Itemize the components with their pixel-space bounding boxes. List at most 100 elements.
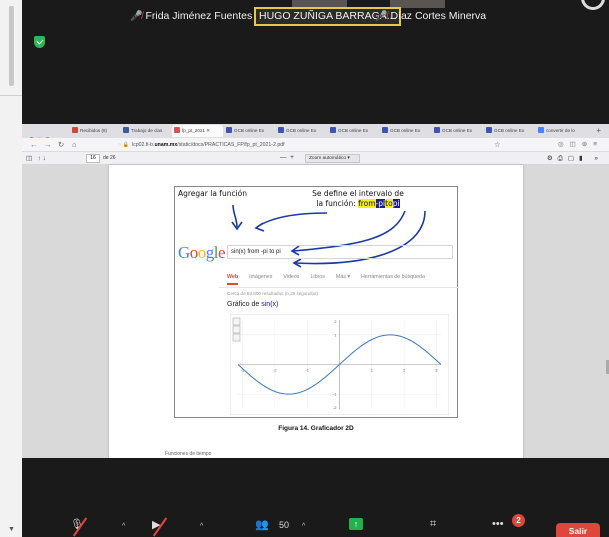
gcb-icon: [382, 127, 388, 133]
tab-images[interactable]: Imágenes: [249, 274, 272, 280]
browser-tab[interactable]: Recibidos (6): [70, 125, 120, 137]
gcb-icon: [434, 127, 440, 133]
gcb-icon: [486, 127, 492, 133]
url-prefix: lcp02.fi-b.: [131, 142, 155, 148]
divider: [219, 287, 459, 288]
participant-tile[interactable]: 🎤̸ Frida Jiménez Fuentes: [130, 8, 252, 24]
browser-tab[interactable]: GCB online Ex: [380, 125, 431, 137]
tab-tools[interactable]: Herramientas de búsqueda: [361, 274, 425, 280]
url-bar[interactable]: ◌ 🔒 lcp02.fi-b.unam.mx/static/docs/PRACTI…: [118, 140, 508, 150]
zoom-select-value: Zoom automático: [309, 156, 347, 161]
tab-more[interactable]: Más ▾: [336, 274, 350, 280]
url-path: /static/docs/PRACTICAS_FP/fp_pt_2021-2.p…: [177, 142, 285, 148]
view-toggle-icon[interactable]: [581, 0, 605, 10]
graph-title: Gráfico de sin(x): [227, 301, 278, 308]
reload-icon[interactable]: ↻: [58, 140, 64, 149]
google-icon: [538, 127, 544, 133]
more-options-icon[interactable]: •••: [492, 518, 504, 530]
tab-label: GCB online Ex: [338, 128, 369, 133]
shared-screen-browser: Recibidos (6) Trabajo de clas fp_pt_2021…: [22, 124, 609, 458]
browser-tab[interactable]: GCB online Ex: [276, 125, 327, 137]
leave-button[interactable]: Salir: [556, 523, 600, 537]
zoom-meeting-window: ▼ 🎤̸ Frida Jiménez Fuentes HUGO ZUÑIGA BA…: [0, 0, 609, 537]
back-arrow-icon[interactable]: ←: [30, 140, 38, 149]
graph-title-prefix: Gráfico de: [227, 301, 260, 308]
browser-tab[interactable]: Trabajo de clas: [121, 125, 171, 137]
tab-label: Recibidos (6): [80, 128, 108, 133]
security-shield-icon[interactable]: [34, 36, 45, 48]
tab-label: fp_pt_2021 ✕: [182, 128, 211, 133]
home-icon[interactable]: ⌂: [72, 140, 77, 149]
tab-web[interactable]: Web: [227, 274, 239, 285]
reactions-icon[interactable]: ⌗: [430, 518, 436, 531]
gcb-icon: [226, 127, 232, 133]
graph-title-fn[interactable]: sin(x): [261, 301, 278, 308]
tab-label: GCB online Ex: [286, 128, 317, 133]
classroom-icon: [123, 127, 129, 133]
google-logo: Google: [178, 243, 226, 262]
zoom-in-button[interactable]: +: [290, 154, 294, 161]
graph-zoom-in-button: [232, 317, 241, 326]
notification-badge: 2: [512, 514, 525, 527]
sine-graph[interactable]: -3 -2 -1 1 2 321-1-2: [230, 314, 449, 415]
pdf-icon: [174, 127, 180, 133]
zoom-out-button[interactable]: — +: [280, 154, 294, 161]
browser-tab[interactable]: GCB online Ex: [328, 125, 379, 137]
tab-label: GCB online Ex: [494, 128, 525, 133]
bookmark-star-icon[interactable]: ☆: [494, 140, 501, 149]
muted-mic-icon: 🎤̸: [130, 11, 143, 22]
tab-label: convertir de lo: [546, 128, 575, 133]
tab-label: GCB online Ex: [390, 128, 421, 133]
tab-label: GCB online Ex: [442, 128, 473, 133]
browser-tab[interactable]: GCB online Ex: [432, 125, 483, 137]
tab-videos[interactable]: Videos: [283, 274, 299, 280]
gcb-icon: [278, 127, 284, 133]
forward-arrow-icon[interactable]: →: [44, 140, 52, 149]
page-text-fragment: Funciones de tiempo: [165, 451, 212, 457]
graph-reset-button: [232, 333, 241, 342]
graph-zoom-out-button: [232, 325, 241, 334]
shield-lock-icon: ◌ 🔒: [118, 142, 129, 148]
figure-screenshot: Agregar la función Se define el interval…: [174, 186, 459, 418]
page-number-input[interactable]: 16: [86, 154, 100, 163]
browser-nav-bar: ← → ↻ ⌂ ◌ 🔒 lcp02.fi-b.unam.mx/static/doc…: [22, 138, 609, 152]
scroll-down-icon[interactable]: ▼: [8, 526, 15, 533]
participant-strip: 🎤̸ Frida Jiménez Fuentes HUGO ZUÑIGA BARR…: [22, 0, 609, 26]
browser-tab-bar: Recibidos (6) Trabajo de clas fp_pt_2021…: [22, 124, 609, 142]
share-screen-icon[interactable]: ↑: [349, 518, 363, 530]
pdf-toolbar: ◫ ↑ ↓ 16 de 26 — + Zoom automático ▾ ⚙⎙▢…: [22, 152, 609, 165]
result-count: Cerca de 63.800 resultados (0,28 segundo…: [227, 291, 318, 296]
google-search-tabs: Web Imágenes Videos Libros Más ▾ Herramientas…: [227, 274, 436, 285]
zoom-select[interactable]: Zoom automático ▾: [305, 154, 360, 163]
video-options-caret-icon[interactable]: ^: [200, 523, 203, 530]
tab-label: Trabajo de clas: [131, 128, 163, 133]
url-domain: unam.mx: [154, 142, 178, 148]
scrollbar-thumb[interactable]: [9, 6, 14, 86]
browser-tab[interactable]: convertir de lo: [536, 125, 586, 137]
desktop-left-strip: ▼: [0, 0, 22, 537]
participants-count: 50: [279, 520, 290, 530]
participant-name: Díaz Cortes Minerva: [390, 10, 487, 22]
gcb-icon: [330, 127, 336, 133]
pdf-page: Agregar la función Se define el interval…: [109, 165, 523, 458]
audio-options-caret-icon[interactable]: ^: [122, 523, 125, 530]
participants-caret-icon[interactable]: ^: [302, 523, 305, 530]
new-tab-button[interactable]: +: [596, 126, 601, 135]
pdf-viewer[interactable]: Agregar la función Se define el interval…: [22, 165, 609, 458]
browser-tab[interactable]: GCB online Ex: [224, 125, 275, 137]
sidebar-toggle-icon[interactable]: ◫ ↑ ↓: [26, 154, 46, 162]
browser-tab[interactable]: GCB online Ex: [484, 125, 535, 137]
browser-tab-active[interactable]: fp_pt_2021 ✕: [172, 125, 223, 137]
tab-books[interactable]: Libros: [310, 274, 324, 280]
divider: [0, 95, 22, 96]
participants-icon[interactable]: 👥: [255, 518, 269, 531]
tab-label: GCB online Ex: [234, 128, 265, 133]
gmail-icon: [72, 127, 78, 133]
zoom-toolbar: 🎙 ^ ▶ ^ 👥 50 ^ ↑ ⌗ ••• 2 Salir: [22, 458, 609, 537]
page-count: de 26: [103, 155, 116, 161]
pdf-tools-icons[interactable]: ⚙⎙▢▮ »: [547, 154, 603, 163]
browser-toolbar-icons[interactable]: ◎◫⊛≡: [558, 140, 603, 148]
participant-tile[interactable]: 🎤̸ Díaz Cortes Minerva: [375, 8, 486, 24]
muted-mic-icon: 🎤̸: [375, 11, 388, 22]
google-search-input[interactable]: sin(x) from -pi to pi: [227, 245, 453, 259]
